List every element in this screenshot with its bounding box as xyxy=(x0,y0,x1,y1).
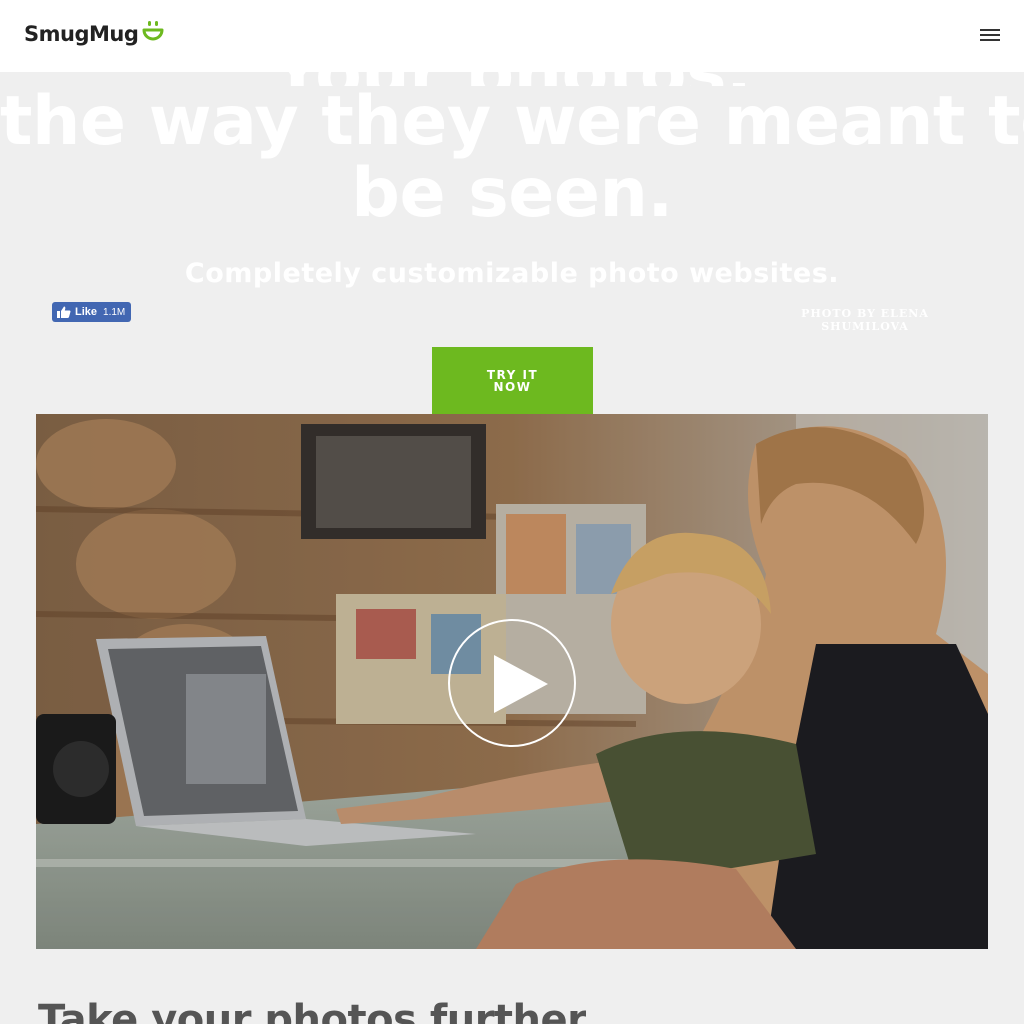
try-it-now-label: TRY IT NOW xyxy=(486,367,539,394)
site-header: SmugMug xyxy=(0,0,1024,72)
hero-title-line-3: be seen. xyxy=(351,154,673,233)
facebook-like-button[interactable]: Like 1.1M xyxy=(52,302,131,322)
try-it-now-button[interactable]: TRY IT NOW xyxy=(432,347,593,414)
photo-credit: PHOTO BY ELENA SHUMILOVA xyxy=(801,307,929,333)
section-title: Take your photos further xyxy=(38,997,587,1024)
video-player[interactable] xyxy=(36,414,988,949)
play-icon[interactable] xyxy=(448,619,576,747)
facebook-like-label: Like xyxy=(75,306,98,318)
hero-subtitle: Completely customizable photo websites. xyxy=(184,258,840,289)
facebook-like-count: 1.1M xyxy=(103,306,126,318)
smugmug-logo[interactable]: SmugMug xyxy=(24,20,165,48)
thumbs-up-icon xyxy=(57,306,71,318)
logo-text: SmugMug xyxy=(24,22,139,46)
hero-title-line-2: the way they were meant to xyxy=(0,82,1024,161)
hamburger-menu-icon[interactable] xyxy=(976,26,1004,46)
smiley-logo-icon xyxy=(142,21,164,41)
